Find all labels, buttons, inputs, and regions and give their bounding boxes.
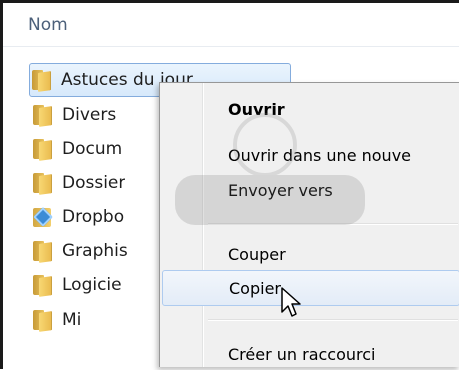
menu-item-label: Créer un raccourci [228,344,376,364]
menu-item-open-new-window[interactable]: Ouvrir dans une nouve [160,139,459,171]
menu-item-create-shortcut[interactable]: Créer un raccourci [160,338,459,370]
menu-item-label: Copier [229,278,281,298]
menu-item-label: Envoyer vers [228,180,333,200]
menu-separator [208,319,458,320]
menu-item-label: Couper [228,244,286,264]
menu-item-copy[interactable]: Copier [162,270,459,306]
folder-icon [33,172,54,195]
folder-icon [33,104,54,127]
context-menu: Ouvrir Ouvrir dans une nouve Envoyer ver… [159,82,459,367]
menu-item-label: Ouvrir dans une nouve [228,145,412,165]
column-header-name[interactable]: Nom [28,15,68,35]
folder-icon [33,240,54,263]
menu-item-label: Ouvrir [228,99,285,119]
file-label: Dossier [62,173,126,193]
menu-separator [208,223,458,224]
menu-item-send-to[interactable]: Envoyer vers [160,174,459,206]
menu-item-cut[interactable]: Couper [160,238,459,270]
mouse-cursor-icon [281,287,301,317]
dropbox-folder-icon [33,206,54,228]
file-label: Graphis [62,241,128,261]
file-label: Logicie [62,275,122,295]
file-label: Docum [62,139,123,159]
folder-icon [33,274,54,297]
folder-icon [33,309,54,332]
folder-icon [33,138,54,161]
file-label: Divers [62,105,117,125]
file-label: Mi [62,310,82,330]
file-label: Dropbo [62,207,125,227]
menu-item-open[interactable]: Ouvrir [160,93,459,125]
context-menu-icon-gutter [160,83,202,367]
context-menu-gutter-line [202,83,203,367]
folder-icon [32,69,53,92]
column-header-divider [3,46,459,47]
